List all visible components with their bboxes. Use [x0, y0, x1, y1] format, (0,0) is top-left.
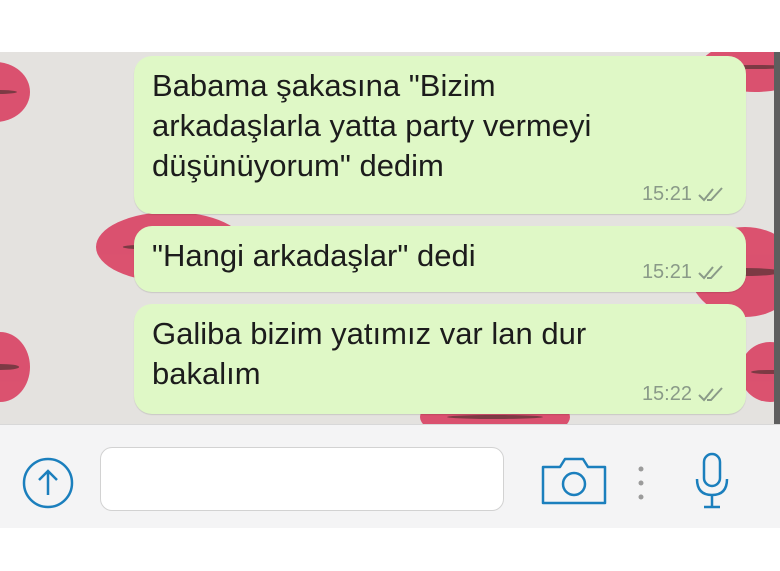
vertical-dots-icon[interactable]: [636, 465, 646, 501]
chat-edge: [774, 52, 780, 424]
message-text: Galiba bizim yatımız var lan dur bakalım: [152, 316, 587, 391]
message-bubble[interactable]: Galiba bizim yatımız var lan dur bakalım…: [134, 304, 746, 414]
double-check-icon: [698, 386, 723, 401]
double-check-icon: [698, 264, 723, 279]
message-input[interactable]: [100, 447, 504, 511]
camera-icon[interactable]: [540, 455, 608, 507]
message-meta: 15:22: [642, 383, 726, 406]
message-time: 15:22: [641, 383, 692, 405]
message-meta: 15:21: [642, 183, 726, 206]
message-time: 15:21: [641, 183, 692, 205]
message-bubble[interactable]: "Hangi arkadaşlar" dedi 15:21: [134, 226, 746, 292]
chat-area[interactable]: Babama şakasına "Bizim arkadaşlarla yatt…: [0, 52, 780, 424]
wallpaper-lips: [0, 62, 30, 122]
top-bar: [0, 0, 780, 52]
message-text: Babama şakasına "Bizim arkadaşlarla yatt…: [152, 68, 592, 183]
message-bubble[interactable]: Babama şakasına "Bizim arkadaşlarla yatt…: [134, 56, 746, 214]
arrow-up-circle-icon[interactable]: [20, 455, 76, 511]
message-text: "Hangi arkadaşlar" dedi: [152, 238, 476, 273]
microphone-icon[interactable]: [692, 451, 732, 511]
bottom-strip: [0, 528, 780, 571]
wallpaper-lips: [0, 332, 30, 402]
message-meta: 15:21: [642, 261, 726, 284]
double-check-icon: [698, 186, 723, 201]
message-time: 15:21: [641, 261, 692, 283]
input-bar: [0, 424, 780, 529]
